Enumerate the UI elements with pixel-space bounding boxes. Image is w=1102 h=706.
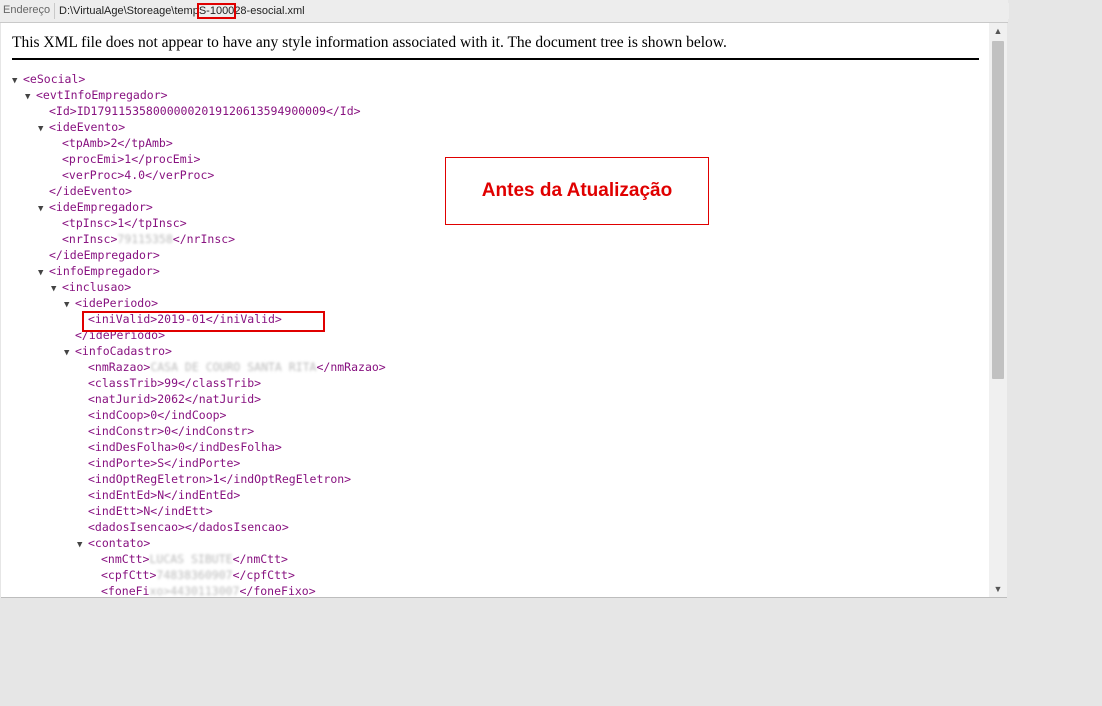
xml-text: <nmRazao> bbox=[88, 360, 151, 374]
xml-close-tag: </foneFixo> bbox=[239, 584, 316, 598]
xml-line: <dadosIsencao></dadosIsencao> bbox=[12, 519, 386, 535]
xml-text: <indPorte>S</indPorte> bbox=[88, 456, 241, 470]
xml-text: <contato> bbox=[88, 536, 151, 550]
xml-close-tag: </nmRazao> bbox=[316, 360, 386, 374]
redacted-value: LUCAS SIBUTE bbox=[149, 552, 233, 566]
xml-text: <nmCtt> bbox=[101, 552, 150, 566]
address-label: Endereço bbox=[3, 4, 51, 16]
xml-text: <indCoop>0</indCoop> bbox=[88, 408, 227, 422]
xml-text: <inclusao> bbox=[62, 280, 132, 294]
address-path-suffix: 28-esocial.xml bbox=[234, 5, 305, 17]
xml-text: <indEntEd>N</indEntEd> bbox=[88, 488, 241, 502]
collapse-triangle-icon[interactable]: ▼ bbox=[38, 201, 49, 217]
xml-line: ▼ <evtInfoEmpregador> bbox=[12, 87, 386, 103]
xml-text: <cpfCtt> bbox=[101, 568, 157, 582]
xml-line: <procEmi>1</procEmi> bbox=[12, 151, 386, 167]
xml-text: <eSocial> bbox=[23, 72, 86, 86]
xml-text: <tpInsc>1</tpInsc> bbox=[62, 216, 187, 230]
redacted-value: 79115358 bbox=[117, 232, 173, 246]
xml-line: ▼ <contato> bbox=[12, 535, 386, 551]
scroll-thumb[interactable] bbox=[992, 41, 1004, 379]
redacted-value: xo>4430113007 bbox=[149, 584, 240, 598]
xml-text: <natJurid>2062</natJurid> bbox=[88, 392, 262, 406]
xml-text: <verProc>4.0</verProc> bbox=[62, 168, 215, 182]
xml-line: <indDesFolha>0</indDesFolha> bbox=[12, 439, 386, 455]
collapse-triangle-icon[interactable]: ▼ bbox=[51, 281, 62, 297]
xml-text: <evtInfoEmpregador> bbox=[36, 88, 168, 102]
xml-line: <indPorte>S</indPorte> bbox=[12, 455, 386, 471]
xml-line: ▼ <eSocial> bbox=[12, 71, 386, 87]
xml-text: <infoEmpregador> bbox=[49, 264, 160, 278]
xml-tree: ▼ <eSocial> ▼ <evtInfoEmpregador> <Id>ID1791… bbox=[12, 71, 386, 598]
xml-line: </ideEvento> bbox=[12, 183, 386, 199]
collapse-triangle-icon[interactable]: ▼ bbox=[64, 297, 75, 313]
xml-text: <dadosIsencao></dadosIsencao> bbox=[88, 520, 289, 534]
scroll-down-arrow-icon[interactable]: ▼ bbox=[989, 581, 1007, 597]
address-path-prefix: D:\VirtualAge\Storeage\temp bbox=[59, 5, 199, 17]
xml-text: <ideEmpregador> bbox=[49, 200, 153, 214]
inivalid-highlight-box bbox=[82, 311, 325, 332]
collapse-triangle-icon[interactable]: ▼ bbox=[12, 73, 23, 89]
xml-line: <cpfCtt>74838360907</cpfCtt> bbox=[12, 567, 386, 583]
xml-line: <tpInsc>1</tpInsc> bbox=[12, 215, 386, 231]
xml-line: <nmRazao>CASA DE COURO SANTA RITA</nmRaz… bbox=[12, 359, 386, 375]
xml-line: <indOptRegEletron>1</indOptRegEletron> bbox=[12, 471, 386, 487]
address-bar: Endereço D:\VirtualAge\Storeage\tempS-10… bbox=[0, 0, 1009, 23]
collapse-triangle-icon[interactable]: ▼ bbox=[64, 345, 75, 361]
xml-line: ▼ <ideEvento> bbox=[12, 119, 386, 135]
xml-line: <Id>ID1791153580000002019120613594900009… bbox=[12, 103, 386, 119]
xml-close-tag: </nmCtt> bbox=[232, 552, 288, 566]
xml-line: <indEtt>N</indEtt> bbox=[12, 503, 386, 519]
xml-text: <indConstr>0</indConstr> bbox=[88, 424, 255, 438]
xml-line: <indCoop>0</indCoop> bbox=[12, 407, 386, 423]
no-style-notice: This XML file does not appear to have an… bbox=[12, 34, 979, 60]
xml-line: <tpAmb>2</tpAmb> bbox=[12, 135, 386, 151]
xml-text: <ideEvento> bbox=[49, 120, 126, 134]
xml-line: <nrInsc>79115358</nrInsc> bbox=[12, 231, 386, 247]
xml-line: ▼ <idePeriodo> bbox=[12, 295, 386, 311]
redacted-value: 74838360907 bbox=[156, 568, 233, 582]
xml-text: <tpAmb>2</tpAmb> bbox=[62, 136, 173, 150]
xml-viewer: This XML file does not appear to have an… bbox=[1, 23, 1007, 598]
xml-text: <infoCadastro> bbox=[75, 344, 172, 358]
xml-line: ▼ <ideEmpregador> bbox=[12, 199, 386, 215]
xml-text: <indEtt>N</indEtt> bbox=[88, 504, 213, 518]
xml-line: <indEntEd>N</indEntEd> bbox=[12, 487, 386, 503]
xml-line: <nmCtt>LUCAS SIBUTE</nmCtt> bbox=[12, 551, 386, 567]
xml-text: <indDesFolha>0</indDesFolha> bbox=[88, 440, 282, 454]
xml-text: <classTrib>99</classTrib> bbox=[88, 376, 262, 390]
xml-text: <foneFi bbox=[101, 584, 150, 598]
vertical-scrollbar[interactable]: ▲ ▼ bbox=[989, 23, 1007, 597]
callout-box: Antes da Atualização bbox=[445, 157, 709, 225]
xml-line: <classTrib>99</classTrib> bbox=[12, 375, 386, 391]
xml-text: <idePeriodo> bbox=[75, 296, 159, 310]
xml-line: ▼ <inclusao> bbox=[12, 279, 386, 295]
redacted-value: CASA DE COURO SANTA RITA bbox=[150, 360, 317, 374]
xml-line: </ideEmpregador> bbox=[12, 247, 386, 263]
xml-text: <nrInsc> bbox=[62, 232, 118, 246]
xml-text: <procEmi>1</procEmi> bbox=[62, 152, 201, 166]
xml-close-tag: </cpfCtt> bbox=[232, 568, 295, 582]
xml-line: <natJurid>2062</natJurid> bbox=[12, 391, 386, 407]
xml-close-tag: </nrInsc> bbox=[172, 232, 236, 246]
collapse-triangle-icon[interactable]: ▼ bbox=[38, 265, 49, 281]
address-input[interactable]: D:\VirtualAge\Storeage\tempS-100028-esoc… bbox=[54, 3, 1009, 19]
collapse-triangle-icon[interactable]: ▼ bbox=[38, 121, 49, 137]
xml-text: <indOptRegEletron>1</indOptRegEletron> bbox=[88, 472, 352, 486]
xml-text: <Id>ID1791153580000002019120613594900009… bbox=[49, 104, 361, 118]
xml-line: ▼ <infoCadastro> bbox=[12, 343, 386, 359]
xml-text: </ideEvento> bbox=[49, 184, 133, 198]
collapse-triangle-icon[interactable]: ▼ bbox=[25, 89, 36, 105]
xml-line: <indConstr>0</indConstr> bbox=[12, 423, 386, 439]
address-path-highlight: S-1000 bbox=[196, 3, 237, 19]
xml-line: <foneFixo>4430113007</foneFixo> bbox=[12, 583, 386, 598]
xml-line: ▼ <infoEmpregador> bbox=[12, 263, 386, 279]
scroll-up-arrow-icon[interactable]: ▲ bbox=[989, 23, 1007, 39]
xml-text: </ideEmpregador> bbox=[49, 248, 160, 262]
xml-line: <verProc>4.0</verProc> bbox=[12, 167, 386, 183]
collapse-triangle-icon[interactable]: ▼ bbox=[77, 537, 88, 553]
